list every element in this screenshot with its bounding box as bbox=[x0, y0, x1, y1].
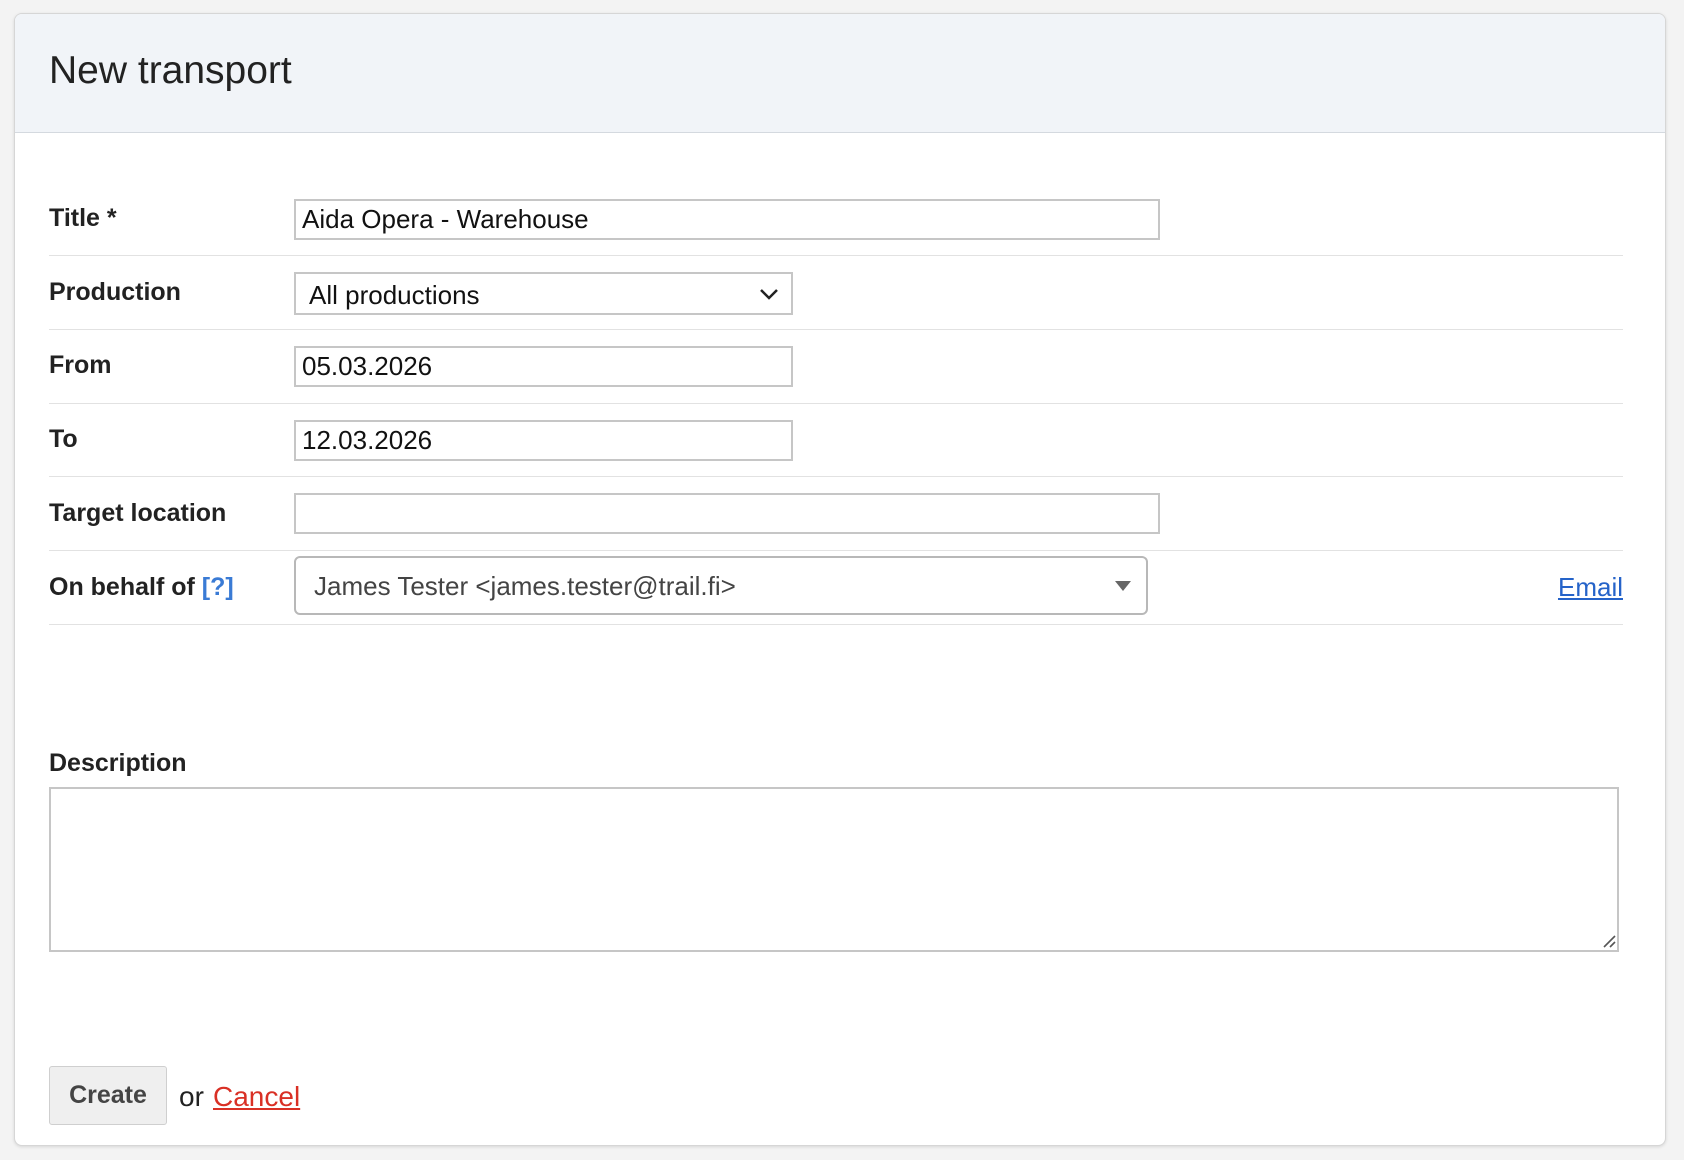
from-date-input[interactable] bbox=[294, 346, 793, 387]
title-row: Title * bbox=[49, 181, 1623, 256]
production-label: Production bbox=[49, 278, 181, 306]
description-label: Description bbox=[49, 749, 187, 777]
on-behalf-of-label: On behalf of [?] bbox=[49, 572, 234, 602]
production-selected-value: All productions bbox=[309, 280, 480, 310]
chevron-down-icon bbox=[760, 289, 778, 300]
to-row: To bbox=[49, 403, 1623, 477]
resize-grip-icon[interactable] bbox=[1602, 934, 1616, 948]
from-label: From bbox=[49, 351, 112, 379]
on-behalf-of-selected-value: James Tester <james.tester@trail.fi> bbox=[314, 571, 736, 601]
title-label: Title * bbox=[49, 204, 117, 232]
description-textarea[interactable] bbox=[49, 787, 1619, 952]
on-behalf-of-row: On behalf of [?] James Tester <james.tes… bbox=[49, 550, 1623, 625]
production-select[interactable]: All productions bbox=[294, 272, 793, 315]
title-input[interactable] bbox=[294, 199, 1160, 240]
production-row: Production All productions bbox=[49, 255, 1623, 330]
panel-header: New transport bbox=[15, 14, 1665, 133]
or-text: or bbox=[179, 1081, 204, 1112]
on-behalf-of-label-text: On behalf of bbox=[49, 573, 195, 601]
caret-down-icon bbox=[1115, 581, 1131, 591]
page-title: New transport bbox=[49, 49, 292, 92]
on-behalf-of-help-link[interactable]: [?] bbox=[202, 573, 234, 601]
to-label: To bbox=[49, 425, 78, 453]
create-button[interactable]: Create bbox=[49, 1066, 167, 1125]
target-location-input[interactable] bbox=[294, 493, 1160, 534]
new-transport-panel: New transport Title * Production All pro… bbox=[14, 13, 1666, 1146]
from-row: From bbox=[49, 329, 1623, 404]
cancel-link[interactable]: Cancel bbox=[213, 1080, 300, 1114]
target-location-label: Target location bbox=[49, 499, 227, 527]
to-date-input[interactable] bbox=[294, 420, 793, 461]
email-link[interactable]: Email bbox=[1558, 572, 1623, 602]
target-location-row: Target location bbox=[49, 476, 1623, 551]
on-behalf-of-select[interactable]: James Tester <james.tester@trail.fi> bbox=[294, 556, 1148, 615]
